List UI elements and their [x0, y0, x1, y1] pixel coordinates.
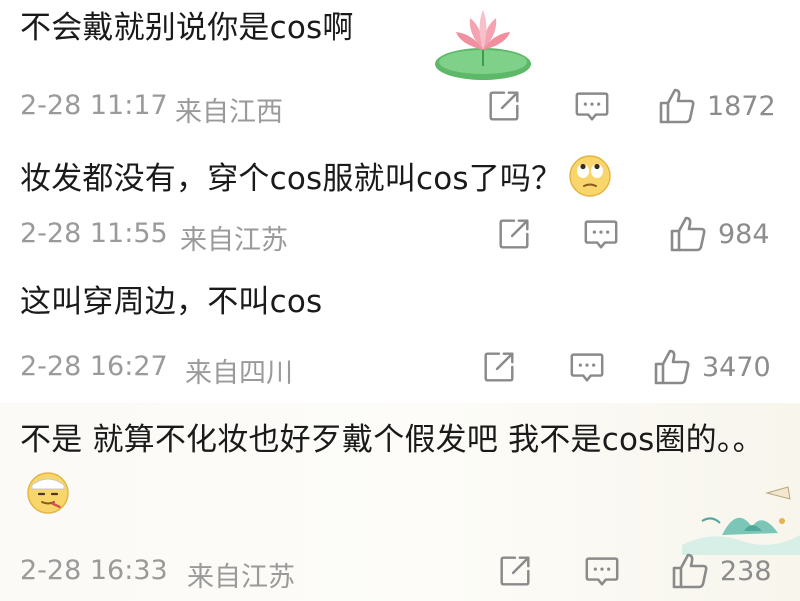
repost-icon	[480, 348, 518, 386]
comment-origin: 来自江苏	[180, 225, 288, 256]
comment-icon	[582, 215, 620, 253]
comment-date: 2-28 16:33	[20, 555, 168, 586]
repost-icon	[485, 87, 523, 125]
comment-item: 妆发都没有，穿个cos服就叫cos了吗？ 2-28 11:55 来自江苏 984	[0, 135, 800, 265]
comment-text: 妆发都没有，穿个cos服就叫cos了吗？	[20, 153, 612, 205]
comment-feed: 不会戴就别说你是cos啊 2-28 11:17 来自江西 1872 妆发都没有，…	[0, 0, 800, 601]
comment-date: 2-28 11:17	[20, 90, 168, 121]
reply-button[interactable]	[582, 212, 620, 256]
like-button[interactable]: 1872	[657, 84, 776, 128]
repost-icon	[496, 552, 534, 590]
comment-origin: 来自江苏	[187, 562, 295, 593]
comment-origin: 来自江西	[175, 97, 283, 128]
comment-date: 2-28 16:27	[20, 351, 168, 382]
like-button[interactable]: 984	[668, 212, 770, 256]
repost-icon	[495, 215, 533, 253]
comment-item: 不是 就算不化妆也好歹戴个假发吧 我不是cos圈的。。 2-28 16:33 来…	[0, 403, 800, 601]
comment-origin: 来自四川	[185, 358, 293, 389]
repost-button[interactable]	[496, 549, 534, 593]
eye-roll-emoji-icon	[569, 155, 612, 197]
thumbs-up-icon	[670, 551, 710, 591]
comment-icon	[573, 87, 611, 125]
like-count: 3470	[702, 351, 771, 383]
comment-item: 这叫穿周边，不叫cos 2-28 16:27 来自四川 3470	[0, 265, 800, 403]
comment-meta: 2-28 16:27 来自四川 3470	[20, 345, 780, 389]
comment-meta: 2-28 11:55 来自江苏 984	[20, 212, 780, 256]
comment-text-content: 妆发都没有，穿个cos服就叫cos了吗？	[20, 161, 563, 197]
thumbs-up-icon	[657, 86, 697, 126]
repost-button[interactable]	[495, 212, 533, 256]
reply-button[interactable]	[573, 84, 611, 128]
lotus-sticker-icon	[435, 10, 531, 80]
like-button[interactable]: 238	[670, 549, 772, 593]
comment-meta: 2-28 16:33 来自江苏 238	[20, 549, 780, 593]
comment-item: 不会戴就别说你是cos啊 2-28 11:17 来自江西 1872	[0, 0, 800, 135]
thumbs-up-icon	[668, 214, 708, 254]
comment-icon	[568, 348, 606, 386]
landscape-sticker-icon	[682, 486, 800, 555]
comment-text: 不会戴就别说你是cos啊	[20, 10, 354, 46]
comment-text-content: 不是 就算不化妆也好歹戴个假发吧 我不是cos圈的。。	[20, 422, 764, 458]
reply-button[interactable]	[568, 345, 606, 389]
comment-meta: 2-28 11:17 来自江西 1872	[20, 84, 780, 128]
repost-button[interactable]	[485, 84, 523, 128]
comment-date: 2-28 11:55	[20, 218, 168, 249]
like-count: 1872	[707, 90, 776, 122]
like-count: 238	[720, 555, 772, 587]
comment-text: 不是 就算不化妆也好歹戴个假发吧 我不是cos圈的。。	[20, 412, 780, 524]
like-button[interactable]: 3470	[652, 345, 771, 389]
like-count: 984	[718, 218, 770, 250]
sick-emoji-icon	[27, 472, 69, 514]
comment-icon	[583, 552, 621, 590]
repost-button[interactable]	[480, 345, 518, 389]
comment-text: 这叫穿周边，不叫cos	[20, 284, 323, 320]
reply-button[interactable]	[583, 549, 621, 593]
thumbs-up-icon	[652, 347, 692, 387]
